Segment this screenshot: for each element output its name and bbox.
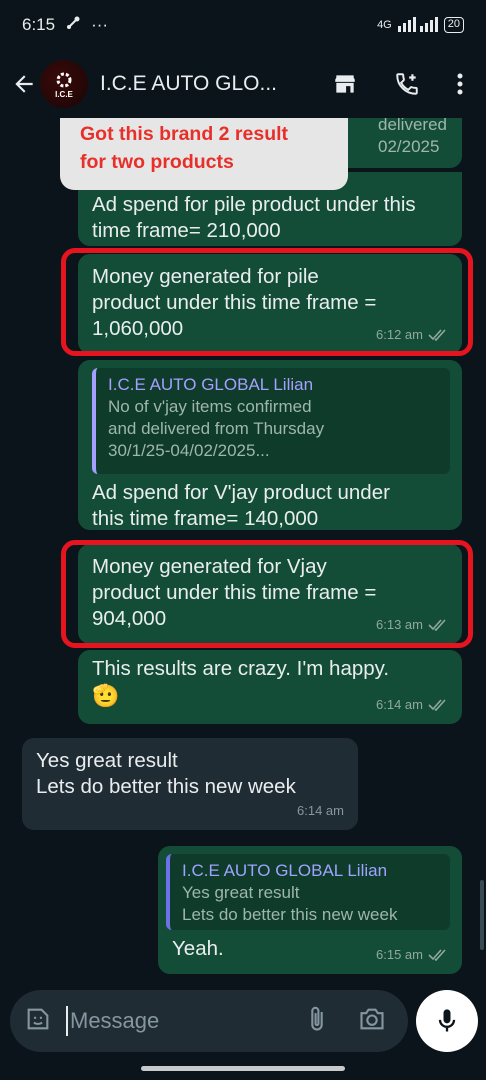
quote-line2: and delivered from Thursday	[108, 419, 325, 438]
signal-icon	[397, 16, 438, 35]
annotation-line1: Got this brand 2 result	[80, 123, 289, 145]
network-label: 4G	[377, 19, 392, 31]
message-placeholder: Message	[70, 1008, 160, 1033]
more-status-icon: ···	[91, 15, 109, 34]
mic-button[interactable]	[416, 990, 478, 1052]
message-bubble[interactable]: Money generated for Vjay product under t…	[78, 544, 462, 644]
text-caret	[66, 1006, 68, 1036]
annotation-line2: for two products	[80, 151, 234, 173]
quote-line1: Yes great result	[182, 883, 300, 902]
message-text-line2: this time frame= 140,000	[92, 507, 319, 530]
back-arrow-icon[interactable]	[10, 70, 38, 98]
quote-peek-line1: delivered	[378, 118, 447, 134]
add-call-icon[interactable]	[394, 71, 420, 97]
quote-line1: No of v'jay items confirmed	[108, 397, 312, 416]
mic-icon	[438, 1009, 456, 1032]
message-time: 6:14 am	[376, 692, 448, 718]
quote-line3: 30/1/25-04/02/2025...	[108, 441, 270, 460]
annotation-callout: Got this brand 2 result for two products	[60, 118, 348, 190]
message-text-line1: Ad spend for V'jay product under	[92, 481, 390, 504]
read-ticks-icon	[428, 329, 446, 341]
message-text-line2: product under this time frame =	[92, 291, 377, 314]
message-bubble[interactable]: I.C.E AUTO GLOBAL Lilian Yes great resul…	[158, 846, 462, 974]
message-time: 6:14 am	[297, 803, 344, 818]
message-text-line2: Lets do better this new week	[36, 775, 296, 798]
quote-author: I.C.E AUTO GLOBAL Lilian	[182, 861, 388, 880]
message-bubble-incoming[interactable]: Yes great result Lets do better this new…	[22, 738, 358, 830]
message-time: 6:13 am	[376, 612, 448, 638]
message-text-line1: Money generated for Vjay	[92, 555, 327, 578]
quote-author: I.C.E AUTO GLOBAL Lilian	[108, 375, 314, 394]
home-indicator[interactable]	[141, 1066, 345, 1071]
message-text-line1: Money generated for pile	[92, 265, 319, 288]
read-ticks-icon	[428, 699, 446, 711]
notification-icon	[65, 15, 81, 36]
message-input[interactable]: Message	[10, 990, 408, 1052]
read-ticks-icon	[428, 619, 446, 631]
camera-icon[interactable]	[358, 1006, 386, 1037]
sticker-icon[interactable]	[24, 1005, 52, 1038]
message-text-line2: product under this time frame =	[92, 581, 377, 604]
chat-area[interactable]: delivered 02/2025 Ad spend for pile prod…	[0, 118, 486, 988]
more-options-icon[interactable]	[456, 72, 464, 96]
message-text-line1: This results are crazy. I'm happy.	[92, 657, 390, 680]
contact-avatar[interactable]: I.C.E	[40, 60, 88, 108]
message-bubble[interactable]: Money generated for pile product under t…	[78, 254, 462, 354]
store-icon[interactable]	[332, 71, 358, 97]
attach-icon[interactable]	[306, 1005, 328, 1038]
message-time: 6:15 am	[376, 942, 448, 968]
message-bubble[interactable]: This results are crazy. I'm happy. 🫡 6:1…	[78, 650, 462, 724]
battery-indicator: 20	[443, 17, 464, 33]
chat-title[interactable]: I.C.E AUTO GLO...	[100, 72, 295, 96]
message-bubble[interactable]: I.C.E AUTO GLOBAL Lilian No of v'jay ite…	[78, 360, 462, 530]
quoted-message[interactable]: I.C.E AUTO GLOBAL Lilian No of v'jay ite…	[92, 368, 450, 474]
read-ticks-icon	[428, 949, 446, 961]
quoted-message[interactable]: I.C.E AUTO GLOBAL Lilian Yes great resul…	[166, 854, 450, 930]
quote-line2: Lets do better this new week	[182, 905, 398, 924]
scrollbar-thumb[interactable]	[480, 880, 484, 950]
status-time: 6:15	[22, 15, 56, 34]
message-text-line1: Yes great result	[36, 749, 178, 772]
avatar-label: I.C.E	[55, 89, 73, 99]
quote-peek-line2: 02/2025	[378, 137, 440, 156]
chat-header: I.C.E I.C.E AUTO GLO...	[0, 50, 486, 118]
status-bar: 6:15 ··· 4G 20	[0, 0, 486, 50]
message-time: 6:12 am	[376, 322, 448, 348]
